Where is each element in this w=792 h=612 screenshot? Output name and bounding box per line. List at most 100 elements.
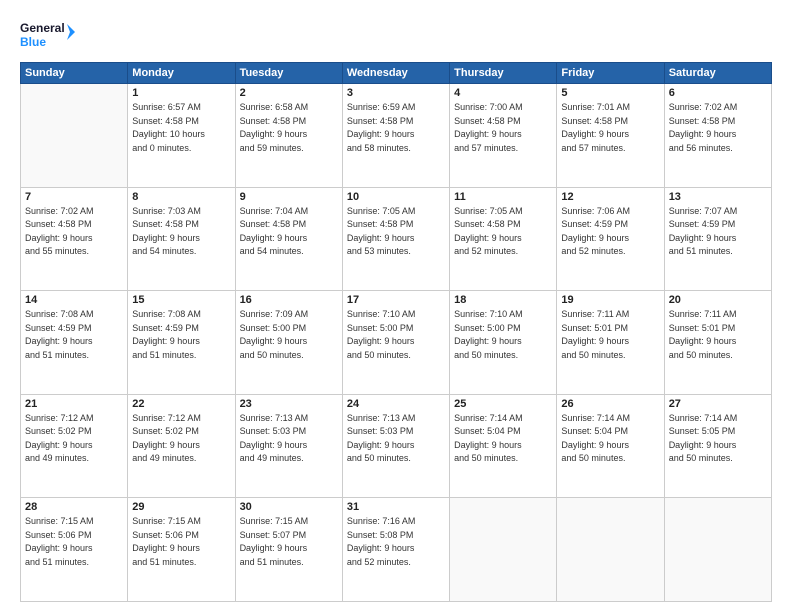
day-number: 23 (240, 398, 338, 410)
weekday-header: Monday (128, 63, 235, 84)
calendar-cell: 9 Sunrise: 7:04 AM Sunset: 4:58 PM Daylig… (235, 187, 342, 291)
day-number: 17 (347, 294, 445, 306)
calendar-cell: 16 Sunrise: 7:09 AM Sunset: 5:00 PM Dayli… (235, 291, 342, 395)
weekday-header: Saturday (664, 63, 771, 84)
calendar-cell: 20Sunrise: 7:11 AM Sunset: 5:01 PM Dayli… (664, 291, 771, 395)
day-info: Sunrise: 7:10 AM Sunset: 5:00 PM Dayligh… (347, 308, 445, 362)
day-info: Sunrise: 7:14 AM Sunset: 5:04 PM Dayligh… (454, 412, 552, 466)
calendar-cell: 1 Sunrise: 6:57 AM Sunset: 4:58 PM Daylig… (128, 84, 235, 188)
weekday-header: Wednesday (342, 63, 449, 84)
day-number: 12 (561, 191, 659, 203)
day-number: 30 (240, 501, 338, 513)
day-info: Sunrise: 7:13 AM Sunset: 5:03 PM Dayligh… (240, 412, 338, 466)
day-number: 2 (240, 87, 338, 99)
calendar-cell: 28Sunrise: 7:15 AM Sunset: 5:06 PM Dayli… (21, 498, 128, 602)
calendar-cell: 25 Sunrise: 7:14 AM Sunset: 5:04 PM Dayli… (450, 394, 557, 498)
calendar-cell: 19 Sunrise: 7:11 AM Sunset: 5:01 PM Dayli… (557, 291, 664, 395)
day-number: 9 (240, 191, 338, 203)
calendar-cell: 5Sunrise: 7:01 AM Sunset: 4:58 PM Daylig… (557, 84, 664, 188)
day-number: 3 (347, 87, 445, 99)
svg-text:General: General (20, 21, 65, 35)
weekday-header: Friday (557, 63, 664, 84)
day-info: Sunrise: 6:57 AM Sunset: 4:58 PM Dayligh… (132, 101, 230, 155)
logo-svg: General Blue (20, 18, 75, 54)
page: General Blue SundayMondayTuesdayWednesda… (0, 0, 792, 612)
day-info: Sunrise: 7:07 AM Sunset: 4:59 PM Dayligh… (669, 205, 767, 259)
calendar-cell: 29 Sunrise: 7:15 AM Sunset: 5:06 PM Dayli… (128, 498, 235, 602)
calendar-cell (557, 498, 664, 602)
day-number: 19 (561, 294, 659, 306)
day-number: 13 (669, 191, 767, 203)
calendar-cell: 17 Sunrise: 7:10 AM Sunset: 5:00 PM Dayli… (342, 291, 449, 395)
day-number: 14 (25, 294, 123, 306)
calendar-cell (664, 498, 771, 602)
day-info: Sunrise: 6:58 AM Sunset: 4:58 PM Dayligh… (240, 101, 338, 155)
calendar-cell: 2 Sunrise: 6:58 AM Sunset: 4:58 PM Daylig… (235, 84, 342, 188)
calendar-cell: 30 Sunrise: 7:15 AM Sunset: 5:07 PM Dayli… (235, 498, 342, 602)
calendar-cell: 24 Sunrise: 7:13 AM Sunset: 5:03 PM Dayli… (342, 394, 449, 498)
calendar-cell: 21 Sunrise: 7:12 AM Sunset: 5:02 PM Dayli… (21, 394, 128, 498)
day-number: 4 (454, 87, 552, 99)
day-info: Sunrise: 7:12 AM Sunset: 5:02 PM Dayligh… (132, 412, 230, 466)
day-info: Sunrise: 7:01 AM Sunset: 4:58 PM Dayligh… (561, 101, 659, 155)
day-number: 1 (132, 87, 230, 99)
day-info: Sunrise: 7:15 AM Sunset: 5:07 PM Dayligh… (240, 515, 338, 569)
calendar-cell: 14Sunrise: 7:08 AM Sunset: 4:59 PM Dayli… (21, 291, 128, 395)
weekday-header-row: SundayMondayTuesdayWednesdayThursdayFrid… (21, 63, 772, 84)
day-info: Sunrise: 7:05 AM Sunset: 4:58 PM Dayligh… (454, 205, 552, 259)
svg-text:Blue: Blue (20, 35, 46, 49)
calendar-cell: 13 Sunrise: 7:07 AM Sunset: 4:59 PM Dayli… (664, 187, 771, 291)
day-number: 22 (132, 398, 230, 410)
day-info: Sunrise: 6:59 AM Sunset: 4:58 PM Dayligh… (347, 101, 445, 155)
day-number: 27 (669, 398, 767, 410)
day-number: 20 (669, 294, 767, 306)
calendar-cell: 15Sunrise: 7:08 AM Sunset: 4:59 PM Dayli… (128, 291, 235, 395)
weekday-header: Thursday (450, 63, 557, 84)
calendar-cell: 12 Sunrise: 7:06 AM Sunset: 4:59 PM Dayli… (557, 187, 664, 291)
day-number: 24 (347, 398, 445, 410)
calendar-cell: 6Sunrise: 7:02 AM Sunset: 4:58 PM Daylig… (664, 84, 771, 188)
day-info: Sunrise: 7:05 AM Sunset: 4:58 PM Dayligh… (347, 205, 445, 259)
day-number: 6 (669, 87, 767, 99)
calendar-week-row: 21 Sunrise: 7:12 AM Sunset: 5:02 PM Dayli… (21, 394, 772, 498)
day-number: 29 (132, 501, 230, 513)
day-number: 10 (347, 191, 445, 203)
weekday-header: Sunday (21, 63, 128, 84)
day-info: Sunrise: 7:00 AM Sunset: 4:58 PM Dayligh… (454, 101, 552, 155)
calendar-cell: 18Sunrise: 7:10 AM Sunset: 5:00 PM Dayli… (450, 291, 557, 395)
day-number: 16 (240, 294, 338, 306)
calendar-cell: 27 Sunrise: 7:14 AM Sunset: 5:05 PM Dayli… (664, 394, 771, 498)
day-info: Sunrise: 7:06 AM Sunset: 4:59 PM Dayligh… (561, 205, 659, 259)
calendar-cell: 23 Sunrise: 7:13 AM Sunset: 5:03 PM Dayli… (235, 394, 342, 498)
calendar-week-row: 1 Sunrise: 6:57 AM Sunset: 4:58 PM Daylig… (21, 84, 772, 188)
day-number: 31 (347, 501, 445, 513)
day-number: 7 (25, 191, 123, 203)
day-info: Sunrise: 7:09 AM Sunset: 5:00 PM Dayligh… (240, 308, 338, 362)
calendar-cell (21, 84, 128, 188)
calendar-cell: 3 Sunrise: 6:59 AM Sunset: 4:58 PM Daylig… (342, 84, 449, 188)
header: General Blue (20, 18, 772, 54)
day-info: Sunrise: 7:12 AM Sunset: 5:02 PM Dayligh… (25, 412, 123, 466)
weekday-header: Tuesday (235, 63, 342, 84)
day-info: Sunrise: 7:15 AM Sunset: 5:06 PM Dayligh… (25, 515, 123, 569)
day-number: 21 (25, 398, 123, 410)
day-number: 11 (454, 191, 552, 203)
calendar-cell: 10 Sunrise: 7:05 AM Sunset: 4:58 PM Dayli… (342, 187, 449, 291)
day-info: Sunrise: 7:15 AM Sunset: 5:06 PM Dayligh… (132, 515, 230, 569)
day-info: Sunrise: 7:02 AM Sunset: 4:58 PM Dayligh… (25, 205, 123, 259)
calendar-cell: 4 Sunrise: 7:00 AM Sunset: 4:58 PM Daylig… (450, 84, 557, 188)
calendar-cell: 31Sunrise: 7:16 AM Sunset: 5:08 PM Dayli… (342, 498, 449, 602)
day-info: Sunrise: 7:11 AM Sunset: 5:01 PM Dayligh… (561, 308, 659, 362)
calendar-cell: 7 Sunrise: 7:02 AM Sunset: 4:58 PM Daylig… (21, 187, 128, 291)
day-info: Sunrise: 7:04 AM Sunset: 4:58 PM Dayligh… (240, 205, 338, 259)
day-info: Sunrise: 7:14 AM Sunset: 5:04 PM Dayligh… (561, 412, 659, 466)
calendar-week-row: 28Sunrise: 7:15 AM Sunset: 5:06 PM Dayli… (21, 498, 772, 602)
day-number: 18 (454, 294, 552, 306)
calendar-cell: 22 Sunrise: 7:12 AM Sunset: 5:02 PM Dayli… (128, 394, 235, 498)
day-number: 15 (132, 294, 230, 306)
calendar-week-row: 14Sunrise: 7:08 AM Sunset: 4:59 PM Dayli… (21, 291, 772, 395)
day-info: Sunrise: 7:14 AM Sunset: 5:05 PM Dayligh… (669, 412, 767, 466)
day-info: Sunrise: 7:13 AM Sunset: 5:03 PM Dayligh… (347, 412, 445, 466)
day-number: 25 (454, 398, 552, 410)
calendar-cell: 26Sunrise: 7:14 AM Sunset: 5:04 PM Dayli… (557, 394, 664, 498)
